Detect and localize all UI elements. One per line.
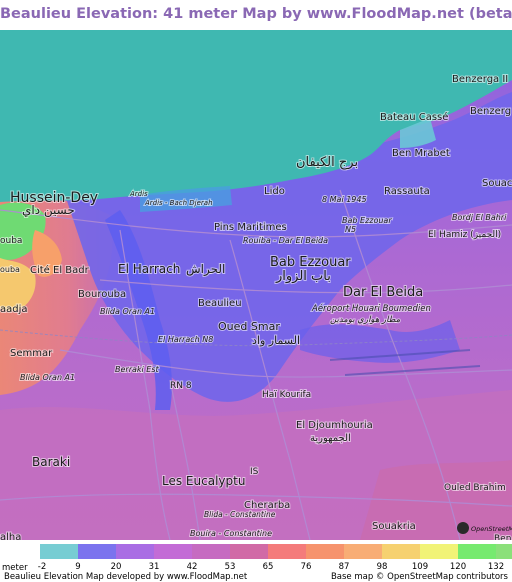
- label-bab-ezzouar-n5: Bab Ezzouar: [342, 216, 392, 225]
- label-n5: N5: [345, 225, 356, 234]
- label-8-mai: 8 Mai 1945: [322, 195, 367, 204]
- legend-swatch: [268, 544, 306, 559]
- label-el-hamiz: El Hamiz (الحميز): [428, 230, 501, 240]
- label-bab-ezzouar: Bab Ezzouar: [270, 255, 351, 270]
- label-bouira-constantine: Bouira - Constantine: [190, 529, 272, 538]
- legend-tick: 9: [75, 562, 81, 572]
- legend-tick: 20: [110, 562, 122, 572]
- label-el-harrach: El Harrach: [118, 262, 180, 276]
- label-oued-smar: Oued Smar: [218, 320, 280, 333]
- label-semmar: Semmar: [10, 348, 53, 359]
- label-kouba: ouba: [0, 236, 22, 246]
- label-beaulieu: Beaulieu: [198, 298, 242, 309]
- page-title: Beaulieu Elevation: 41 meter Map by www.…: [0, 6, 512, 22]
- legend-swatch: [40, 544, 78, 559]
- label-aeroport-ar: مطار هواري بومدين: [330, 315, 401, 325]
- label-ouled-brahim: Ouled Brahim: [444, 483, 506, 493]
- label-rassauta: Rassauta: [384, 186, 430, 197]
- label-cite-el-badr: Cité El Badr: [30, 264, 90, 276]
- legend-tick: 65: [262, 562, 274, 572]
- legend-tick: 53: [224, 562, 236, 572]
- label-is: IS: [250, 467, 259, 477]
- label-el-djoumhouria: El Djoumhouria: [296, 420, 373, 431]
- legend-swatch: [154, 544, 192, 559]
- label-rouiba-dar-el-beida: Rouiba - Dar El Beida: [243, 236, 328, 245]
- label-oued-smar-ar: السمار واد: [252, 334, 300, 347]
- label-souakria: Souakria: [372, 521, 416, 532]
- legend-swatch: [458, 544, 496, 559]
- legend-swatch: [306, 544, 344, 559]
- label-ardis-2: Ardis - Bach Djerah: [144, 199, 213, 207]
- label-el-djoumhouria-ar: الجمهورية: [310, 433, 351, 444]
- label-blida-constantine: Blida - Constantine: [204, 510, 276, 519]
- label-pins-maritimes: Pins Maritimes: [214, 222, 287, 233]
- label-dar-el-beida: Dar El Beida: [343, 285, 423, 300]
- legend-tick: 42: [186, 562, 198, 572]
- label-bordj-el-kiffan-ar: برج الكيفان: [296, 155, 358, 170]
- legend-swatch: [230, 544, 268, 559]
- legend-tick: 132: [487, 562, 505, 572]
- legend-swatch: [78, 544, 116, 559]
- legend-swatch: [420, 544, 458, 559]
- label-alha: alha: [0, 532, 21, 540]
- elevation-map[interactable]: برج البحريBenzerga IIBenzergBateau Cassé…: [0, 30, 512, 540]
- label-ardis: Ardis: [129, 190, 148, 198]
- legend-tick: 87: [338, 562, 350, 572]
- label-lido: Lido: [264, 186, 285, 197]
- label-hai-kourifa: Haï Kourifa: [262, 390, 311, 400]
- label-benzerga-2: Benzerg: [470, 106, 511, 117]
- legend-tick: 109: [411, 562, 429, 572]
- legend-swatch: [496, 544, 512, 559]
- legend-swatch: [116, 544, 154, 559]
- legend-tick: -2: [37, 562, 47, 572]
- label-baadja: aadja: [0, 304, 28, 315]
- label-kouba-2: ouba: [0, 265, 20, 274]
- label-souach: Souach: [482, 178, 512, 189]
- label-bateau-casse: Bateau Cassé: [380, 111, 448, 123]
- label-bordj-el-bahri-2: Bordj El Bahri: [452, 213, 507, 222]
- label-el-harrach-ar: الحراش: [186, 262, 225, 277]
- legend-tick: 76: [300, 562, 312, 572]
- label-aeroport: Aéroport Houari Boumedien: [311, 303, 431, 314]
- legend-tick: 98: [376, 562, 388, 572]
- label-ben-mrabet: Ben Mrabet: [392, 148, 450, 159]
- label-hussein-dey-ar: حسين داي: [22, 203, 75, 218]
- footer-credit: Beaulieu Elevation Map developed by www.…: [4, 572, 248, 582]
- legend-swatch: [344, 544, 382, 559]
- svg-text:OpenStreetMap: OpenStreetMap: [471, 525, 512, 533]
- legend-tick: 31: [148, 562, 160, 572]
- legend-swatch: [382, 544, 420, 559]
- label-baraki: Baraki: [32, 455, 70, 469]
- label-benzerga: Benzerga II: [452, 74, 508, 85]
- label-bab-ezzouar-ar: باب الزوار: [275, 269, 331, 284]
- label-blida-oran: Blida Oran A1: [100, 307, 155, 316]
- elevation-legend: meter -2 9 20 31 42 53 65 76 87 98 109 120 132 Beaul…: [0, 540, 512, 582]
- label-bourouba: Bourouba: [78, 289, 126, 300]
- legend-tick: 120: [449, 562, 467, 572]
- legend-swatch: [192, 544, 230, 559]
- label-les-eucalyptus: Les Eucalyptu: [162, 474, 245, 488]
- label-blida-oran-2: Blida Oran A1: [20, 373, 75, 382]
- footer-basemap-credit: Base map © OpenStreetMap contributors: [330, 572, 508, 582]
- label-berraki-est: Berraki Est: [115, 365, 160, 374]
- label-rn8: RN 8: [170, 381, 192, 391]
- label-el-harrach-n8: El Harrach N8: [158, 335, 213, 344]
